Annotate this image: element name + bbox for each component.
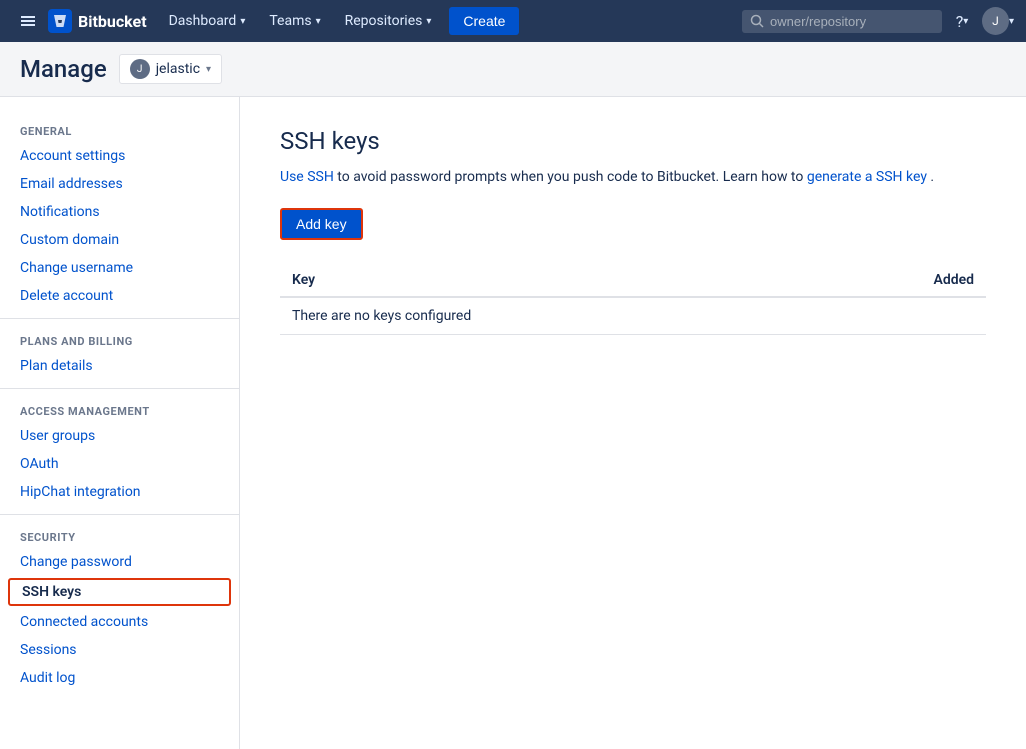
- user-avatar: J: [982, 7, 1009, 35]
- sidebar-divider-3: [0, 514, 239, 515]
- add-key-button[interactable]: Add key: [280, 208, 363, 240]
- keys-table: Key Added There are no keys configured: [280, 264, 986, 335]
- keys-table-header: Key Added: [280, 264, 986, 297]
- use-ssh-link[interactable]: Use SSH: [280, 169, 334, 185]
- search-icon: [750, 14, 764, 28]
- user-chevron: ▾: [1009, 16, 1014, 27]
- user-selector[interactable]: J jelastic ▾: [119, 54, 222, 84]
- logo-icon: [48, 9, 72, 33]
- help-chevron: ▾: [963, 16, 968, 27]
- nav-repositories[interactable]: Repositories ▾: [335, 0, 442, 42]
- nav-repositories-label: Repositories: [345, 13, 423, 29]
- user-selector-caret: ▾: [206, 64, 211, 75]
- description-suffix: .: [930, 169, 934, 185]
- navbar: Bitbucket Dashboard ▾ Teams ▾ Repositori…: [0, 0, 1026, 42]
- sidebar-item-ssh-keys[interactable]: SSH keys: [8, 578, 231, 606]
- sidebar-section-security: Security: [0, 523, 239, 548]
- sidebar-divider-2: [0, 388, 239, 389]
- nav-repositories-chevron: ▾: [426, 16, 431, 27]
- sidebar-item-oauth[interactable]: OAuth: [0, 450, 239, 478]
- keys-table-header-row: Key Added: [280, 264, 986, 297]
- main-content: SSH keys Use SSH to avoid password promp…: [240, 97, 1026, 749]
- sidebar-section-access: Access Management: [0, 397, 239, 422]
- search-box[interactable]: [742, 10, 942, 33]
- create-button[interactable]: Create: [449, 7, 519, 35]
- sidebar-item-notifications[interactable]: Notifications: [0, 198, 239, 226]
- sidebar: General Account settings Email addresses…: [0, 97, 240, 749]
- sidebar-item-sessions[interactable]: Sessions: [0, 636, 239, 664]
- content-title: SSH keys: [280, 127, 986, 155]
- nav-dashboard[interactable]: Dashboard ▾: [159, 0, 256, 42]
- added-column-header: Added: [578, 264, 986, 297]
- sidebar-item-custom-domain[interactable]: Custom domain: [0, 226, 239, 254]
- sidebar-item-hipchat[interactable]: HipChat integration: [0, 478, 239, 506]
- nav-teams-chevron: ▾: [316, 16, 321, 27]
- search-input[interactable]: [770, 14, 910, 29]
- bitbucket-logo[interactable]: Bitbucket: [48, 9, 147, 33]
- nav-dashboard-chevron: ▾: [240, 16, 245, 27]
- sidebar-item-account-settings[interactable]: Account settings: [0, 142, 239, 170]
- sidebar-item-change-username[interactable]: Change username: [0, 254, 239, 282]
- nav-teams-label: Teams: [269, 13, 311, 29]
- help-icon: ?: [956, 12, 964, 31]
- key-column-header: Key: [280, 264, 578, 297]
- nav-teams[interactable]: Teams ▾: [259, 0, 330, 42]
- sidebar-item-plan-details[interactable]: Plan details: [0, 352, 239, 380]
- sidebar-divider-1: [0, 318, 239, 319]
- user-selector-name: jelastic: [156, 61, 200, 77]
- user-selector-avatar: J: [130, 59, 150, 79]
- content-description: Use SSH to avoid password prompts when y…: [280, 167, 986, 188]
- hamburger-menu[interactable]: [12, 5, 44, 37]
- sidebar-item-email-addresses[interactable]: Email addresses: [0, 170, 239, 198]
- keys-table-body: There are no keys configured: [280, 297, 986, 335]
- help-button[interactable]: ? ▾: [946, 5, 978, 37]
- sidebar-item-audit-log[interactable]: Audit log: [0, 664, 239, 692]
- sidebar-section-plans: Plans and Billing: [0, 327, 239, 352]
- page-title: Manage: [20, 55, 107, 83]
- sidebar-section-general: General: [0, 117, 239, 142]
- user-menu-button[interactable]: J ▾: [982, 5, 1014, 37]
- no-keys-row: There are no keys configured: [280, 297, 986, 335]
- sidebar-item-delete-account[interactable]: Delete account: [0, 282, 239, 310]
- sidebar-item-user-groups[interactable]: User groups: [0, 422, 239, 450]
- description-middle: to avoid password prompts when you push …: [337, 169, 807, 185]
- nav-dashboard-label: Dashboard: [169, 13, 237, 29]
- no-keys-message: There are no keys configured: [280, 297, 986, 335]
- main-layout: General Account settings Email addresses…: [0, 97, 1026, 749]
- sidebar-item-connected-accounts[interactable]: Connected accounts: [0, 608, 239, 636]
- page-header: Manage J jelastic ▾: [0, 42, 1026, 97]
- logo-text: Bitbucket: [78, 12, 147, 31]
- sidebar-item-change-password[interactable]: Change password: [0, 548, 239, 576]
- generate-ssh-key-link[interactable]: generate a SSH key: [807, 169, 927, 185]
